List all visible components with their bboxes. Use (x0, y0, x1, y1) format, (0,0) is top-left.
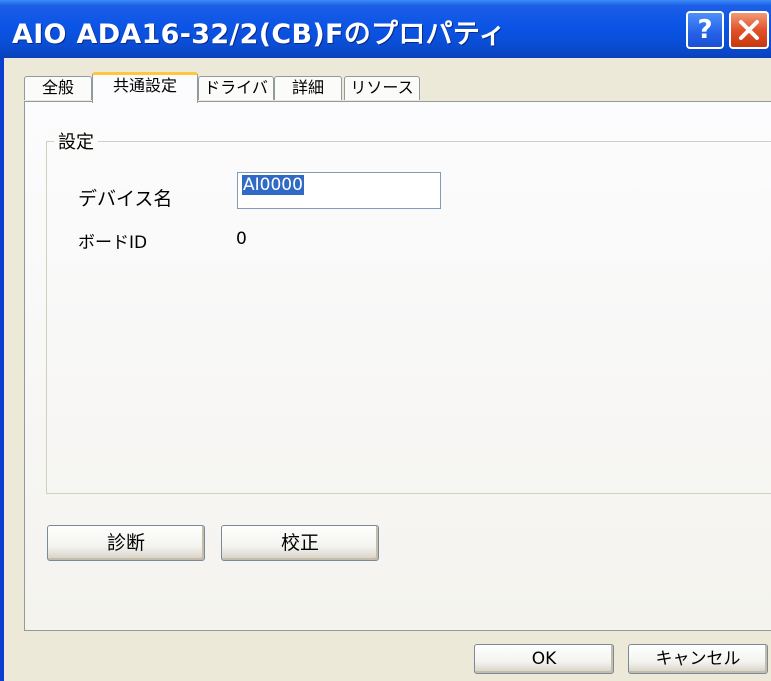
device-name-label: デバイス名 (78, 188, 173, 210)
tab-common-settings[interactable]: 共通設定 (92, 72, 198, 103)
tab-resources[interactable]: リソース (344, 76, 420, 100)
device-name-value: AI0000 (242, 175, 304, 195)
tab-details[interactable]: 詳細 (274, 76, 342, 100)
title-bar[interactable]: AIO ADA16-32/2(CB)Fのプロパティ ? (0, 0, 771, 58)
diagnose-button[interactable]: 診断 (47, 525, 205, 561)
ok-button[interactable]: OK (474, 644, 614, 674)
board-id-value: 0 (236, 229, 247, 249)
tab-driver[interactable]: ドライバ (198, 76, 274, 100)
close-button[interactable] (729, 11, 769, 49)
board-id-label: ボードID (78, 233, 148, 253)
settings-group-label: 設定 (54, 128, 98, 154)
help-button[interactable]: ? (686, 11, 724, 49)
window-title: AIO ADA16-32/2(CB)Fのプロパティ (12, 19, 506, 50)
calibrate-button[interactable]: 校正 (221, 525, 379, 561)
close-icon (739, 20, 759, 40)
device-name-input[interactable]: AI0000 (237, 172, 441, 209)
cancel-button[interactable]: キャンセル (628, 644, 768, 674)
question-mark-icon: ? (697, 15, 713, 45)
tab-general[interactable]: 全般 (24, 76, 92, 100)
